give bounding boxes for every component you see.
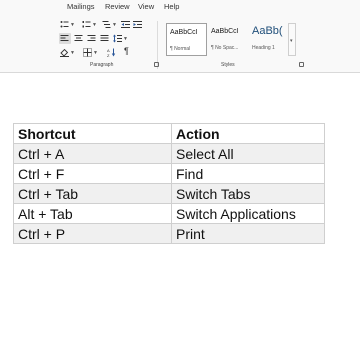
chevron-down-icon[interactable]: ▼ [123,37,128,42]
table-cell[interactable]: Print [171,223,325,244]
numbered-list-icon[interactable] [82,20,91,29]
group-label-styles: Styles [221,62,235,68]
chevron-down-icon[interactable]: ▼ [92,23,97,28]
decrease-indent-icon[interactable] [121,20,130,29]
table-cell[interactable]: Switch Applications [171,203,325,224]
styles-dialog-launcher-icon[interactable] [299,62,304,67]
style-name: ¶ No Spac... [211,45,239,51]
align-right-icon[interactable] [87,34,96,43]
justify-icon[interactable] [100,34,109,43]
style-sample: AaBb( [252,25,283,37]
tab-help[interactable]: Help [164,2,179,11]
chevron-down-icon[interactable]: ▾ [290,38,293,44]
align-center-icon[interactable] [74,34,83,43]
tab-mailings[interactable]: Mailings [67,2,95,11]
table-cell[interactable]: Alt + Tab [13,203,172,224]
style-name: ¶ Normal [170,46,191,52]
style-heading-1[interactable]: AaBb( Heading 1 [249,23,285,56]
borders-icon[interactable] [83,48,92,57]
table-cell[interactable]: Select All [171,143,325,164]
table-cell[interactable]: Switch Tabs [171,183,325,204]
table-cell[interactable]: Ctrl + P [13,223,172,244]
svg-text:Z: Z [107,53,110,57]
multilevel-list-icon[interactable] [102,20,111,29]
table-row: Ctrl + A Select All [13,143,325,164]
table-row: Ctrl + Tab Switch Tabs [13,183,325,204]
style-sample: AaBbCcI [211,28,239,35]
sort-icon[interactable]: AZ [107,48,116,57]
chevron-down-icon[interactable]: ▼ [70,51,75,56]
style-normal[interactable]: AaBbCcI ¶ Normal [166,23,207,56]
line-spacing-icon[interactable] [113,34,122,43]
styles-gallery-scroll[interactable]: ▾ [288,23,296,56]
style-sample: AaBbCcI [170,29,198,36]
increase-indent-icon[interactable] [133,20,142,29]
bullet-list-icon[interactable] [60,20,69,29]
table-row: Ctrl + F Find [13,163,325,184]
show-formatting-icon[interactable]: ¶ [124,46,129,56]
ribbon-tabs: Mailings Review View Help [0,2,360,14]
shading-icon[interactable] [60,48,69,57]
style-name: Heading 1 [252,45,275,51]
tab-view[interactable]: View [138,2,154,11]
table-cell[interactable]: Ctrl + A [13,143,172,164]
table-row: Alt + Tab Switch Applications [13,203,325,224]
style-no-spacing[interactable]: AaBbCcI ¶ No Spac... [208,23,248,56]
tab-review[interactable]: Review [105,2,130,11]
chevron-down-icon[interactable]: ▼ [70,23,75,28]
align-left-icon[interactable] [60,34,69,43]
group-label-paragraph: Paragraph [90,62,114,68]
chevron-down-icon[interactable]: ▼ [93,51,98,56]
table-cell[interactable]: Ctrl + Tab [13,183,172,204]
table-cell[interactable]: Find [171,163,325,184]
paragraph-dialog-launcher-icon[interactable] [154,62,159,67]
table-row: Ctrl + P Print [13,223,325,244]
shortcut-table: Shortcut Action Ctrl + A Select All Ctrl… [13,123,325,244]
table-header-row: Shortcut Action [13,123,325,144]
ribbon-toolbar: ▼ ▼ ▼ ▼ ▼ ▼ A Z ¶ Paragraph AaBbCcI ¶ No… [0,15,360,72]
header-cell[interactable]: Action [171,123,325,144]
document-page[interactable]: Shortcut Action Ctrl + A Select All Ctrl… [0,73,360,360]
header-cell[interactable]: Shortcut [13,123,172,144]
table-cell[interactable]: Ctrl + F [13,163,172,184]
chevron-down-icon[interactable]: ▼ [112,23,117,28]
ribbon: Mailings Review View Help ▼ ▼ ▼ ▼ ▼ ▼ A … [0,0,360,73]
